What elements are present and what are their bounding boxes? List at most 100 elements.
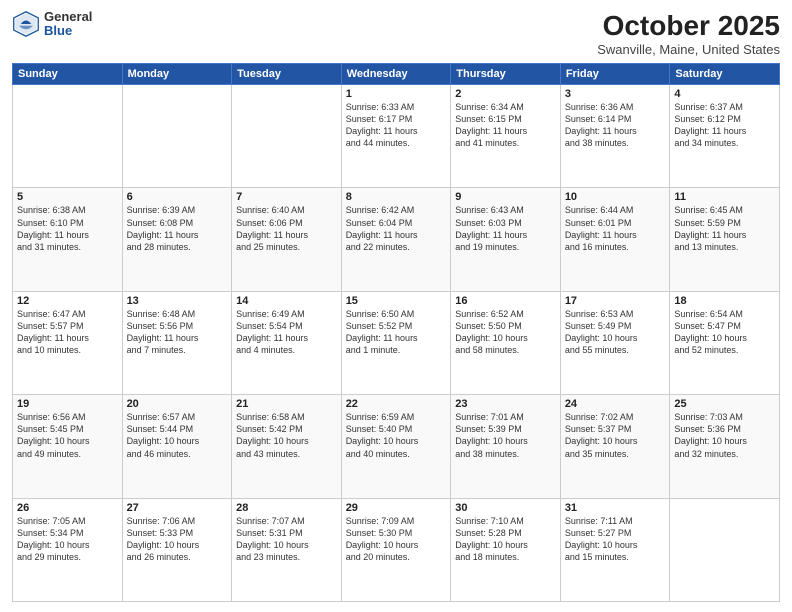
day-number: 20 — [127, 398, 228, 410]
day-number: 10 — [565, 191, 666, 203]
day-number: 9 — [455, 191, 556, 203]
table-row: 16Sunrise: 6:52 AM Sunset: 5:50 PM Dayli… — [451, 291, 561, 394]
table-row: 9Sunrise: 6:43 AM Sunset: 6:03 PM Daylig… — [451, 188, 561, 291]
week-row-3: 12Sunrise: 6:47 AM Sunset: 5:57 PM Dayli… — [13, 291, 780, 394]
week-row-1: 1Sunrise: 6:33 AM Sunset: 6:17 PM Daylig… — [13, 85, 780, 188]
day-info: Sunrise: 6:50 AM Sunset: 5:52 PM Dayligh… — [346, 308, 447, 357]
day-info: Sunrise: 7:10 AM Sunset: 5:28 PM Dayligh… — [455, 515, 556, 564]
day-number: 19 — [17, 398, 118, 410]
day-info: Sunrise: 6:59 AM Sunset: 5:40 PM Dayligh… — [346, 411, 447, 460]
table-row: 14Sunrise: 6:49 AM Sunset: 5:54 PM Dayli… — [232, 291, 342, 394]
table-row: 6Sunrise: 6:39 AM Sunset: 6:08 PM Daylig… — [122, 188, 232, 291]
day-info: Sunrise: 6:53 AM Sunset: 5:49 PM Dayligh… — [565, 308, 666, 357]
day-number: 23 — [455, 398, 556, 410]
col-monday: Monday — [122, 64, 232, 85]
day-number: 2 — [455, 88, 556, 100]
day-info: Sunrise: 6:34 AM Sunset: 6:15 PM Dayligh… — [455, 101, 556, 150]
day-info: Sunrise: 6:42 AM Sunset: 6:04 PM Dayligh… — [346, 204, 447, 253]
table-row: 12Sunrise: 6:47 AM Sunset: 5:57 PM Dayli… — [13, 291, 123, 394]
day-info: Sunrise: 7:06 AM Sunset: 5:33 PM Dayligh… — [127, 515, 228, 564]
day-info: Sunrise: 6:48 AM Sunset: 5:56 PM Dayligh… — [127, 308, 228, 357]
table-row: 27Sunrise: 7:06 AM Sunset: 5:33 PM Dayli… — [122, 498, 232, 601]
table-row: 20Sunrise: 6:57 AM Sunset: 5:44 PM Dayli… — [122, 395, 232, 498]
table-row: 23Sunrise: 7:01 AM Sunset: 5:39 PM Dayli… — [451, 395, 561, 498]
day-number: 14 — [236, 295, 337, 307]
logo-icon — [12, 10, 40, 38]
table-row — [232, 85, 342, 188]
day-number: 15 — [346, 295, 447, 307]
day-number: 26 — [17, 502, 118, 514]
day-info: Sunrise: 7:07 AM Sunset: 5:31 PM Dayligh… — [236, 515, 337, 564]
day-info: Sunrise: 6:39 AM Sunset: 6:08 PM Dayligh… — [127, 204, 228, 253]
day-number: 28 — [236, 502, 337, 514]
day-number: 17 — [565, 295, 666, 307]
day-info: Sunrise: 6:54 AM Sunset: 5:47 PM Dayligh… — [674, 308, 775, 357]
table-row: 4Sunrise: 6:37 AM Sunset: 6:12 PM Daylig… — [670, 85, 780, 188]
table-row — [13, 85, 123, 188]
day-info: Sunrise: 7:05 AM Sunset: 5:34 PM Dayligh… — [17, 515, 118, 564]
table-row: 11Sunrise: 6:45 AM Sunset: 5:59 PM Dayli… — [670, 188, 780, 291]
day-number: 31 — [565, 502, 666, 514]
calendar-location: Swanville, Maine, United States — [597, 42, 780, 57]
page: General Blue October 2025 Swanville, Mai… — [0, 0, 792, 612]
calendar-title: October 2025 — [597, 10, 780, 42]
calendar-table: Sunday Monday Tuesday Wednesday Thursday… — [12, 63, 780, 602]
col-sunday: Sunday — [13, 64, 123, 85]
table-row: 25Sunrise: 7:03 AM Sunset: 5:36 PM Dayli… — [670, 395, 780, 498]
day-number: 12 — [17, 295, 118, 307]
table-row — [122, 85, 232, 188]
day-number: 27 — [127, 502, 228, 514]
day-info: Sunrise: 7:02 AM Sunset: 5:37 PM Dayligh… — [565, 411, 666, 460]
day-number: 11 — [674, 191, 775, 203]
header: General Blue October 2025 Swanville, Mai… — [12, 10, 780, 57]
day-number: 7 — [236, 191, 337, 203]
table-row: 26Sunrise: 7:05 AM Sunset: 5:34 PM Dayli… — [13, 498, 123, 601]
day-info: Sunrise: 6:58 AM Sunset: 5:42 PM Dayligh… — [236, 411, 337, 460]
day-info: Sunrise: 6:38 AM Sunset: 6:10 PM Dayligh… — [17, 204, 118, 253]
day-info: Sunrise: 6:40 AM Sunset: 6:06 PM Dayligh… — [236, 204, 337, 253]
day-number: 1 — [346, 88, 447, 100]
table-row: 1Sunrise: 6:33 AM Sunset: 6:17 PM Daylig… — [341, 85, 451, 188]
day-info: Sunrise: 6:36 AM Sunset: 6:14 PM Dayligh… — [565, 101, 666, 150]
day-number: 30 — [455, 502, 556, 514]
day-number: 8 — [346, 191, 447, 203]
table-row: 17Sunrise: 6:53 AM Sunset: 5:49 PM Dayli… — [560, 291, 670, 394]
day-info: Sunrise: 7:03 AM Sunset: 5:36 PM Dayligh… — [674, 411, 775, 460]
day-info: Sunrise: 6:33 AM Sunset: 6:17 PM Dayligh… — [346, 101, 447, 150]
col-friday: Friday — [560, 64, 670, 85]
day-info: Sunrise: 6:49 AM Sunset: 5:54 PM Dayligh… — [236, 308, 337, 357]
week-row-2: 5Sunrise: 6:38 AM Sunset: 6:10 PM Daylig… — [13, 188, 780, 291]
table-row: 10Sunrise: 6:44 AM Sunset: 6:01 PM Dayli… — [560, 188, 670, 291]
col-thursday: Thursday — [451, 64, 561, 85]
table-row: 30Sunrise: 7:10 AM Sunset: 5:28 PM Dayli… — [451, 498, 561, 601]
day-info: Sunrise: 6:37 AM Sunset: 6:12 PM Dayligh… — [674, 101, 775, 150]
header-row: Sunday Monday Tuesday Wednesday Thursday… — [13, 64, 780, 85]
table-row: 8Sunrise: 6:42 AM Sunset: 6:04 PM Daylig… — [341, 188, 451, 291]
day-info: Sunrise: 7:11 AM Sunset: 5:27 PM Dayligh… — [565, 515, 666, 564]
table-row: 31Sunrise: 7:11 AM Sunset: 5:27 PM Dayli… — [560, 498, 670, 601]
day-info: Sunrise: 6:44 AM Sunset: 6:01 PM Dayligh… — [565, 204, 666, 253]
col-saturday: Saturday — [670, 64, 780, 85]
day-number: 16 — [455, 295, 556, 307]
day-number: 18 — [674, 295, 775, 307]
table-row: 5Sunrise: 6:38 AM Sunset: 6:10 PM Daylig… — [13, 188, 123, 291]
logo-general-text: General — [44, 10, 92, 24]
day-number: 25 — [674, 398, 775, 410]
day-number: 29 — [346, 502, 447, 514]
day-info: Sunrise: 6:56 AM Sunset: 5:45 PM Dayligh… — [17, 411, 118, 460]
day-number: 24 — [565, 398, 666, 410]
day-number: 22 — [346, 398, 447, 410]
table-row: 3Sunrise: 6:36 AM Sunset: 6:14 PM Daylig… — [560, 85, 670, 188]
logo-blue-text: Blue — [44, 24, 92, 38]
logo-text: General Blue — [44, 10, 92, 39]
day-info: Sunrise: 7:09 AM Sunset: 5:30 PM Dayligh… — [346, 515, 447, 564]
col-tuesday: Tuesday — [232, 64, 342, 85]
day-number: 13 — [127, 295, 228, 307]
table-row: 29Sunrise: 7:09 AM Sunset: 5:30 PM Dayli… — [341, 498, 451, 601]
day-number: 3 — [565, 88, 666, 100]
table-row: 19Sunrise: 6:56 AM Sunset: 5:45 PM Dayli… — [13, 395, 123, 498]
table-row — [670, 498, 780, 601]
table-row: 15Sunrise: 6:50 AM Sunset: 5:52 PM Dayli… — [341, 291, 451, 394]
table-row: 21Sunrise: 6:58 AM Sunset: 5:42 PM Dayli… — [232, 395, 342, 498]
day-number: 4 — [674, 88, 775, 100]
